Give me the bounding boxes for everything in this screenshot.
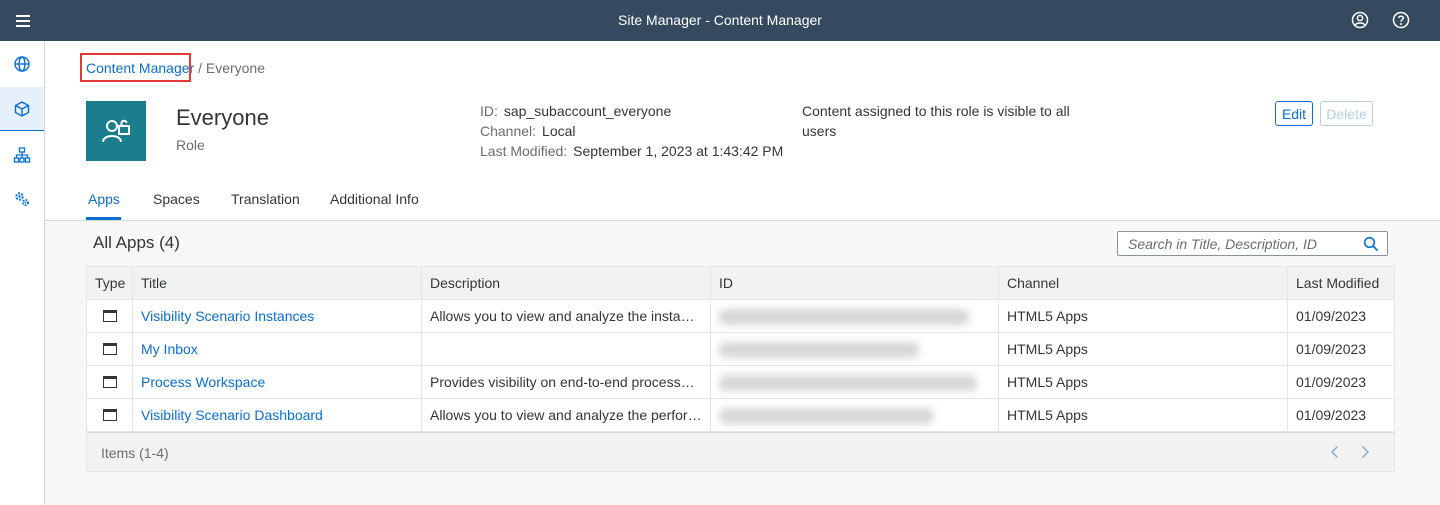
apps-table: Type Title Description ID Channel Last M… bbox=[86, 266, 1395, 472]
app-id-blurred bbox=[711, 399, 999, 431]
app-description: Provides visibility on end-to-end proces… bbox=[422, 366, 711, 398]
table-row[interactable]: Process Workspace Provides visibility on… bbox=[87, 366, 1394, 399]
tab-translation[interactable]: Translation bbox=[231, 191, 300, 207]
breadcrumb-separator: / bbox=[198, 60, 202, 76]
column-header-id: ID bbox=[711, 267, 999, 300]
app-window-icon bbox=[103, 409, 117, 421]
user-icon[interactable] bbox=[1350, 10, 1370, 30]
object-header: Content Manager / Everyone Everyone Role… bbox=[45, 41, 1440, 221]
app-description bbox=[422, 333, 711, 365]
table-row[interactable]: My Inbox HTML5 Apps 01/09/2023 bbox=[87, 333, 1394, 366]
table-row[interactable]: Visibility Scenario Instances Allows you… bbox=[87, 300, 1394, 333]
column-header-type: Type bbox=[87, 267, 133, 300]
breadcrumb-current: Everyone bbox=[205, 60, 266, 76]
role-info-text: Content assigned to this role is visible… bbox=[802, 103, 1070, 139]
tab-additional-info[interactable]: Additional Info bbox=[330, 191, 419, 207]
app-title-link[interactable]: Process Workspace bbox=[133, 366, 422, 398]
type-cell bbox=[87, 366, 133, 398]
delete-button[interactable]: Delete bbox=[1320, 101, 1373, 126]
search-input[interactable] bbox=[1118, 232, 1358, 255]
role-type: Role bbox=[176, 137, 205, 153]
app-window-icon bbox=[103, 343, 117, 355]
app-last-modified: 01/09/2023 bbox=[1296, 374, 1367, 390]
meta-id: ID: sap_subaccount_everyone bbox=[480, 103, 671, 119]
column-header-last-modified: Last Modified bbox=[1296, 275, 1380, 291]
menu-icon[interactable] bbox=[12, 10, 34, 32]
meta-channel-value: Local bbox=[542, 123, 576, 139]
role-tile bbox=[86, 101, 146, 161]
meta-modified-label: Last Modified: bbox=[480, 143, 568, 159]
app-last-modified: 01/09/2023 bbox=[1296, 341, 1367, 357]
meta-id-label: ID: bbox=[480, 103, 498, 119]
meta-modified-value: September 1, 2023 at 1:43:42 PM bbox=[573, 143, 784, 159]
table-row[interactable]: Visibility Scenario Dashboard Allows you… bbox=[87, 399, 1394, 432]
chevron-left-icon[interactable] bbox=[1327, 444, 1343, 460]
shell-bar: Site Manager - Content Manager bbox=[0, 0, 1440, 41]
app-last-modified: 01/09/2023 bbox=[1296, 407, 1367, 423]
nav-item-hierarchy[interactable] bbox=[0, 133, 44, 177]
column-header-description: Description bbox=[422, 267, 711, 300]
column-header-channel: Channel bbox=[999, 267, 1288, 300]
settings-icon bbox=[15, 192, 29, 206]
tab-selected-indicator bbox=[86, 217, 121, 220]
app-channel: HTML5 Apps bbox=[999, 366, 1288, 398]
nav-item-settings[interactable] bbox=[0, 177, 44, 221]
type-cell bbox=[87, 300, 133, 332]
apps-search bbox=[1117, 231, 1388, 256]
chevron-right-icon[interactable] bbox=[1357, 444, 1373, 460]
items-count: Items (1-4) bbox=[101, 445, 169, 461]
table-header: Type Title Description ID Channel Last M… bbox=[87, 267, 1394, 300]
breadcrumb-link-content-manager[interactable]: Content Manager bbox=[86, 60, 194, 76]
app-title-link[interactable]: Visibility Scenario Dashboard bbox=[133, 399, 422, 431]
app-last-modified: 01/09/2023 bbox=[1296, 308, 1367, 324]
search-icon[interactable] bbox=[1363, 236, 1379, 252]
meta-channel-label: Channel: bbox=[480, 123, 537, 139]
nav-item-sites[interactable] bbox=[0, 42, 44, 86]
side-navigation bbox=[0, 41, 45, 505]
tab-spaces[interactable]: Spaces bbox=[153, 191, 200, 207]
role-name: Everyone bbox=[176, 105, 269, 130]
cube-icon bbox=[14, 100, 30, 117]
apps-section-title: All Apps (4) bbox=[93, 233, 180, 252]
tab-apps[interactable]: Apps bbox=[88, 191, 120, 207]
app-channel: HTML5 Apps bbox=[999, 399, 1288, 431]
app-window-icon bbox=[103, 310, 117, 322]
help-icon[interactable] bbox=[1391, 10, 1411, 30]
meta-id-value: sap_subaccount_everyone bbox=[503, 103, 672, 119]
edit-button[interactable]: Edit bbox=[1275, 101, 1313, 126]
app-channel: HTML5 Apps bbox=[999, 333, 1288, 365]
meta-modified: Last Modified: September 1, 2023 at 1:43:… bbox=[480, 143, 783, 159]
app-id-blurred bbox=[711, 300, 999, 332]
breadcrumb: Content Manager / Everyone bbox=[86, 60, 265, 76]
type-cell bbox=[87, 399, 133, 431]
app-title-link[interactable]: My Inbox bbox=[133, 333, 422, 365]
shell-title: Site Manager - Content Manager bbox=[618, 12, 822, 28]
hierarchy-icon bbox=[13, 147, 31, 163]
type-cell bbox=[87, 333, 133, 365]
meta-channel: Channel: Local bbox=[480, 123, 576, 139]
app-window-icon bbox=[103, 376, 117, 388]
app-id-blurred bbox=[711, 333, 999, 365]
app-id-blurred bbox=[711, 366, 999, 398]
nav-item-content-manager[interactable] bbox=[0, 87, 44, 131]
app-description: Allows you to view and analyze the perfo… bbox=[422, 399, 711, 431]
column-header-title: Title bbox=[133, 267, 422, 300]
role-lock-icon bbox=[102, 119, 130, 143]
table-footer: Items (1-4) bbox=[87, 432, 1394, 471]
app-channel: HTML5 Apps bbox=[999, 300, 1288, 332]
app-description: Allows you to view and analyze the insta… bbox=[422, 300, 711, 332]
app-title-link[interactable]: Visibility Scenario Instances bbox=[133, 300, 422, 332]
globe-icon bbox=[14, 56, 30, 72]
